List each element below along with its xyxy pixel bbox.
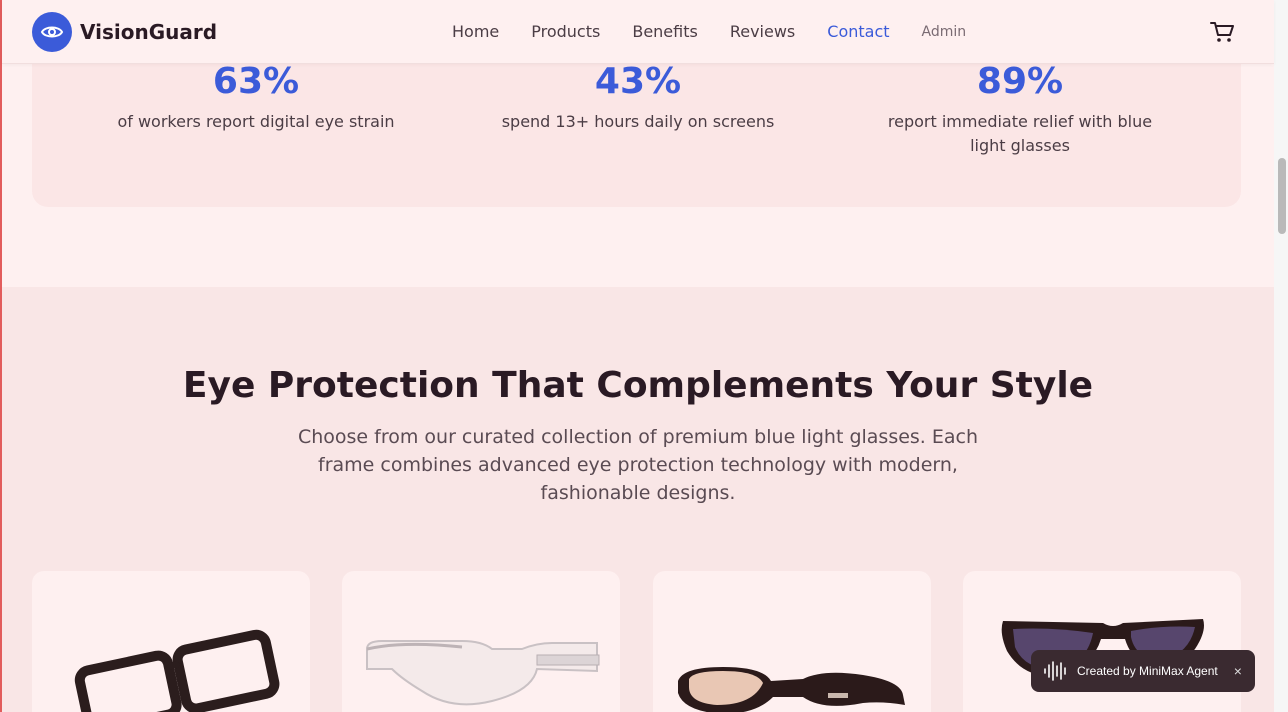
clear-frame-glasses-image xyxy=(366,640,600,706)
nav-home[interactable]: Home xyxy=(452,22,499,41)
product-card[interactable] xyxy=(342,571,620,712)
main-nav: Home Products Benefits Reviews Contact A… xyxy=(452,22,966,41)
stat-item: 43% spend 13+ hours daily on screens xyxy=(468,60,808,134)
product-card[interactable] xyxy=(653,571,931,712)
page-scrollbar[interactable] xyxy=(1274,0,1288,712)
stat-item: 89% report immediate relief with blue li… xyxy=(850,60,1190,158)
nav-contact[interactable]: Contact xyxy=(827,22,889,41)
scrollbar-thumb[interactable] xyxy=(1278,158,1286,234)
nav-benefits[interactable]: Benefits xyxy=(632,22,698,41)
stat-value: 89% xyxy=(976,61,1064,102)
stat-item: 63% of workers report digital eye strain xyxy=(86,60,426,134)
site-header: VisionGuard Home Products Benefits Revie… xyxy=(2,0,1274,64)
stat-value: 63% xyxy=(212,61,300,102)
stat-label: report immediate relief with blue light … xyxy=(887,112,1153,155)
brand-logo[interactable]: VisionGuard xyxy=(32,12,217,52)
section-subtitle: Choose from our curated collection of pr… xyxy=(297,426,979,504)
products-section: Eye Protection That Complements Your Sty… xyxy=(2,287,1274,712)
minimax-agent-badge[interactable]: Created by MiniMax Agent × xyxy=(1031,650,1255,692)
black-sport-glasses-image xyxy=(678,667,905,712)
nav-products[interactable]: Products xyxy=(531,22,600,41)
stat-label: of workers report digital eye strain xyxy=(117,112,395,131)
product-card[interactable] xyxy=(32,571,310,712)
stat-value: 43% xyxy=(594,61,682,102)
stat-label: spend 13+ hours daily on screens xyxy=(501,112,775,131)
close-icon[interactable]: × xyxy=(1234,663,1242,679)
stats-panel: 63% of workers report digital eye strain… xyxy=(32,40,1241,207)
dark-square-glasses-image xyxy=(74,629,280,712)
brand-name: VisionGuard xyxy=(80,20,218,44)
cart-icon[interactable] xyxy=(1209,20,1235,44)
badge-text: Created by MiniMax Agent xyxy=(1077,664,1218,678)
nav-reviews[interactable]: Reviews xyxy=(730,22,795,41)
audio-wave-icon xyxy=(1044,661,1066,681)
nav-admin[interactable]: Admin xyxy=(922,24,967,40)
section-title: Eye Protection That Complements Your Sty… xyxy=(182,365,1094,406)
eye-icon xyxy=(32,12,72,52)
